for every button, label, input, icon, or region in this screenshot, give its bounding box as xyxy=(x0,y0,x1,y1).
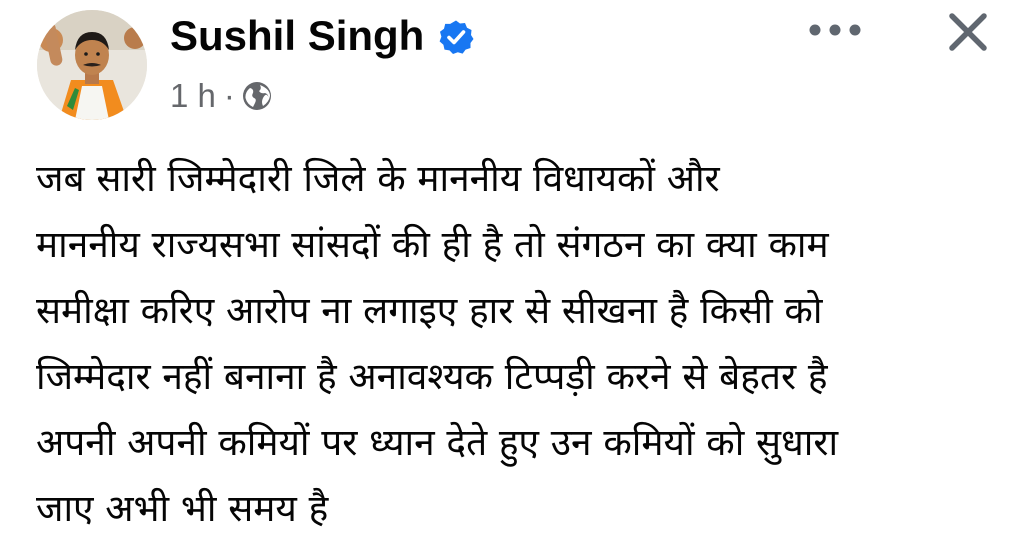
globe-icon[interactable] xyxy=(241,80,273,112)
post-text: जब सारी जिम्मेदारी जिले के माननीय विधायक… xyxy=(36,146,1011,542)
more-options-button[interactable] xyxy=(800,10,870,50)
post-timestamp[interactable]: 1 h xyxy=(170,77,216,115)
post-text-line: जिम्मेदार नहीं बनाना है अनावश्यक टिप्पड़… xyxy=(36,355,828,398)
post-meta: 1 h · xyxy=(170,74,273,118)
post-text-line: समीक्षा करिए आरोप ना लगाइए हार से सीखना … xyxy=(36,289,823,332)
verified-badge-icon xyxy=(439,20,474,54)
meta-separator: · xyxy=(223,77,235,114)
post-text-line: माननीय राज्यसभा सांसदों की ही है तो संगठ… xyxy=(36,223,829,266)
close-icon xyxy=(949,13,987,51)
post-text-line: जब सारी जिम्मेदारी जिले के माननीय विधायक… xyxy=(36,157,720,200)
close-button[interactable] xyxy=(938,2,998,62)
author-avatar[interactable] xyxy=(37,10,147,120)
post-text-line: अपनी अपनी कमियों पर ध्यान देते हुए उन कम… xyxy=(36,421,839,464)
author-name[interactable]: Sushil Singh xyxy=(170,8,424,64)
more-options-icon xyxy=(809,24,861,36)
post-text-line: जाए अभी भी समय है xyxy=(36,487,329,530)
avatar-photo xyxy=(37,10,147,120)
post-card: Sushil Singh 1 h · जब सारी जिम्मेदारी जि… xyxy=(0,0,1024,555)
